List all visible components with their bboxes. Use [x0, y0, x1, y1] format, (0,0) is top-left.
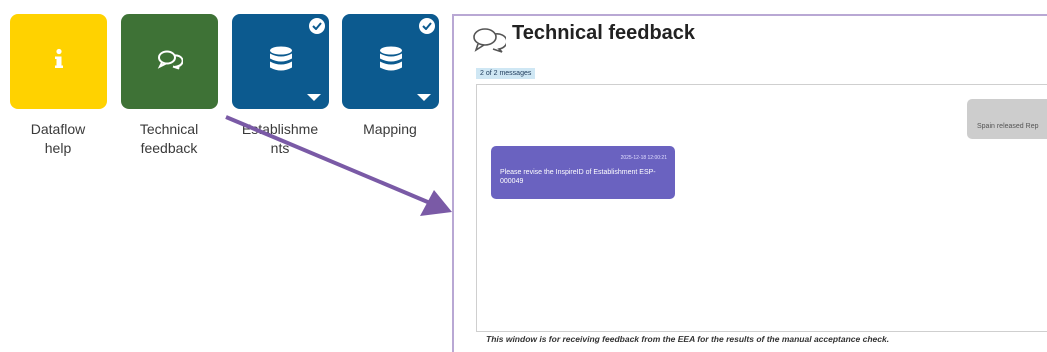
annotation-arrow: [225, 115, 452, 216]
